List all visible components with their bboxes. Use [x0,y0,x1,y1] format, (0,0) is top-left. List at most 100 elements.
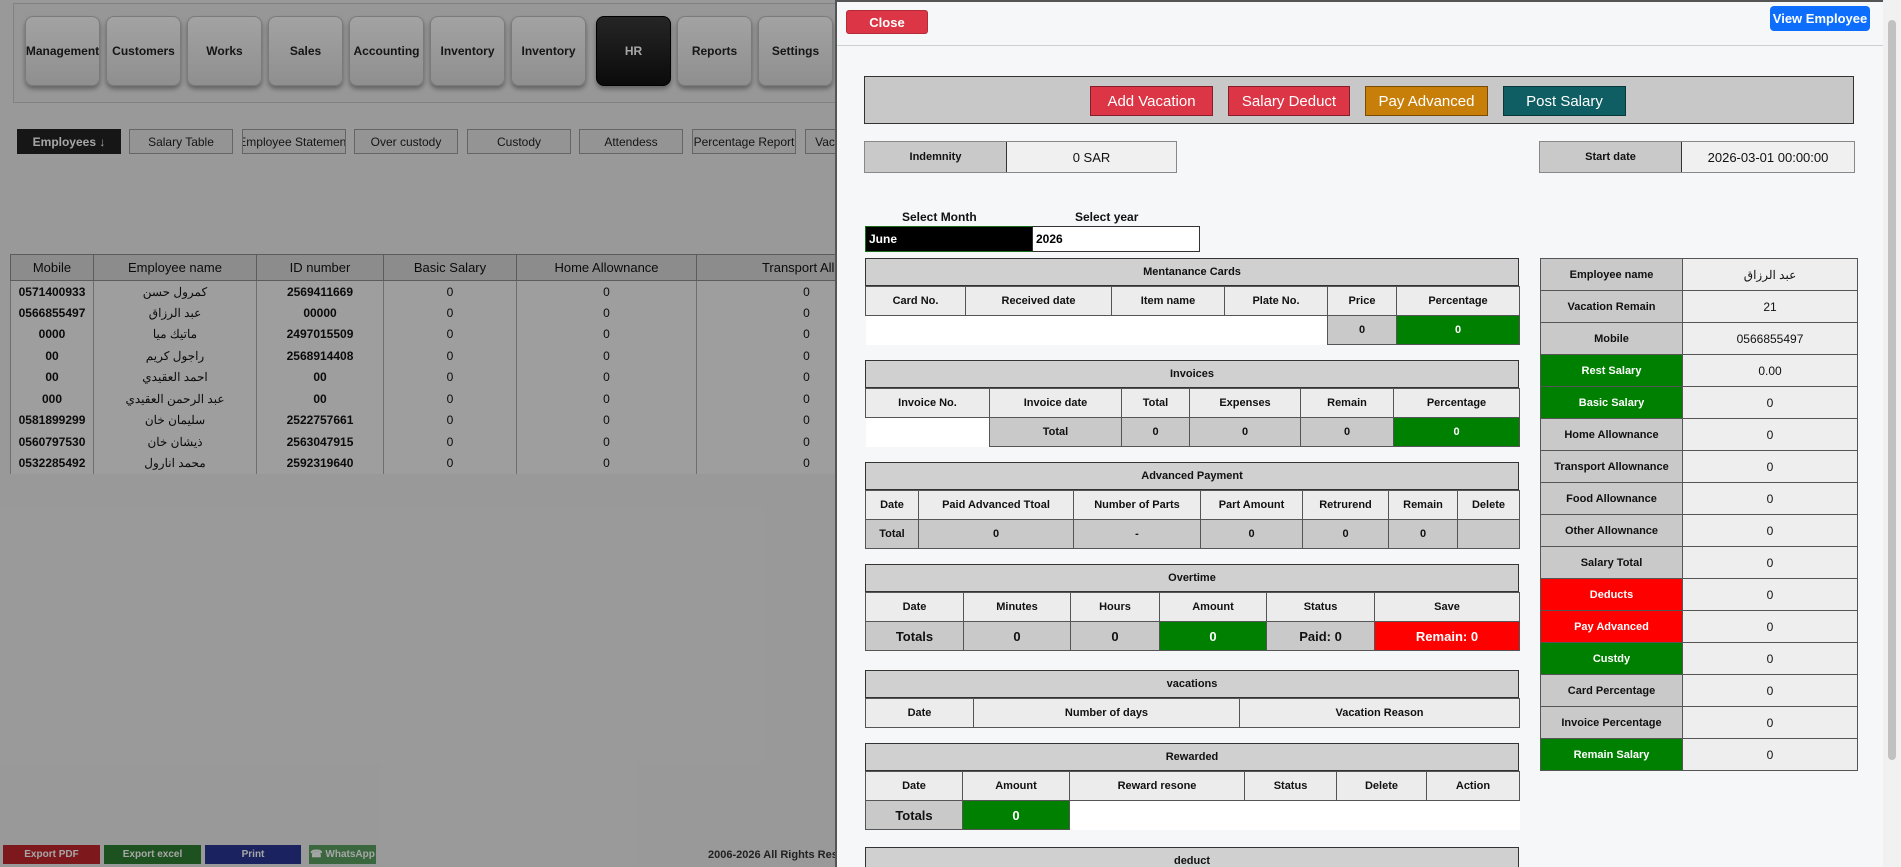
summary-row: Transport Allownance 0 [1540,450,1858,483]
summary-value: عبد الرزاق [1682,258,1858,291]
summary-row: Pay Advanced 0 [1540,610,1858,643]
vacations-section: vacations Date Number of days Vacation R… [865,670,1520,728]
summary-value: 0 [1682,418,1858,451]
advanced-parts: - [1073,519,1201,549]
maintenance-price-total: 0 [1327,315,1397,345]
overtime-minutes: 0 [963,621,1071,651]
summary-value: 0566855497 [1682,322,1858,355]
employee-salary-modal: Close View Employee Add Vacation Salary … [835,0,1883,867]
overtime-remain: Remain: 0 [1374,621,1520,651]
summary-row: Remain Salary 0 [1540,738,1858,771]
summary-value: 0 [1682,738,1858,771]
advanced-payment-title: Advanced Payment [865,462,1519,490]
salary-deduct-button[interactable]: Salary Deduct [1228,86,1350,116]
col-vacation-reason: Vacation Reason [1239,698,1520,728]
col-received-date: Received date [965,286,1112,316]
summary-row: Vacation Remain 21 [1540,290,1858,323]
summary-row: Other Allownance 0 [1540,514,1858,547]
overtime-hours: 0 [1070,621,1160,651]
scrollbar-thumb[interactable] [1888,20,1896,760]
summary-row: Basic Salary 0 [1540,386,1858,419]
maintenance-percentage-total: 0 [1396,315,1520,345]
page-scrollbar[interactable] [1883,0,1901,867]
advanced-remain: 0 [1388,519,1458,549]
deduct-title: deduct [865,847,1519,867]
summary-label: Home Allownance [1540,418,1683,451]
col-item-name: Item name [1111,286,1225,316]
col-number-of-parts: Number of Parts [1073,490,1201,520]
col-invoice-date: Invoice date [989,388,1122,418]
summary-value: 0 [1682,706,1858,739]
select-month-label: Select Month [902,210,977,224]
summary-value: 21 [1682,290,1858,323]
col-delete: Delete [1457,490,1520,520]
summary-value: 0 [1682,578,1858,611]
modal-backdrop[interactable] [0,0,835,867]
summary-label: Vacation Remain [1540,290,1683,323]
summary-label: Rest Salary [1540,354,1683,387]
action-bar: Add Vacation Salary Deduct Pay Advanced … [864,76,1854,124]
summary-row: Employee name عبد الرزاق [1540,258,1858,291]
select-year-label: Select year [1075,210,1139,224]
overtime-totals-label: Totals [865,621,964,651]
month-select[interactable]: June [865,226,1033,252]
pay-advanced-button[interactable]: Pay Advanced [1365,86,1488,116]
summary-label: Card Percentage [1540,674,1683,707]
col-hours: Hours [1070,592,1160,622]
summary-label: Invoice Percentage [1540,706,1683,739]
advanced-returned: 0 [1302,519,1389,549]
col-reward-reason: Reward resone [1069,771,1245,801]
summary-row: Home Allownance 0 [1540,418,1858,451]
col-expenses: Expenses [1189,388,1301,418]
summary-row: Salary Total 0 [1540,546,1858,579]
summary-label: Custdy [1540,642,1683,675]
summary-value: 0 [1682,386,1858,419]
col-status: Status [1266,592,1375,622]
col-number-of-days: Number of days [973,698,1240,728]
maintenance-cards-section: Mentanance Cards Card No. Received date … [865,258,1520,345]
col-percentage: Percentage [1393,388,1520,418]
summary-value: 0 [1682,610,1858,643]
rewarded-title: Rewarded [865,743,1519,771]
col-remain: Remain [1388,490,1458,520]
col-plate-no: Plate No. [1224,286,1328,316]
invoices-total: 0 [1121,417,1190,447]
col-card-no: Card No. [865,286,966,316]
post-salary-button[interactable]: Post Salary [1503,86,1626,116]
summary-value: 0.00 [1682,354,1858,387]
summary-label: Transport Allownance [1540,450,1683,483]
col-date: Date [865,490,919,520]
summary-value: 0 [1682,514,1858,547]
deduct-section: deduct [865,847,1519,867]
add-vacation-button[interactable]: Add Vacation [1090,86,1213,116]
summary-row: Food Allownance 0 [1540,482,1858,515]
vacations-title: vacations [865,670,1519,698]
invoices-total-label: Total [989,417,1122,447]
view-employee-button[interactable]: View Employee [1770,6,1870,31]
summary-label: Food Allownance [1540,482,1683,515]
summary-row: Rest Salary 0.00 [1540,354,1858,387]
invoices-remain: 0 [1300,417,1394,447]
summary-label: Basic Salary [1540,386,1683,419]
col-save: Save [1374,592,1520,622]
summary-label: Pay Advanced [1540,610,1683,643]
advanced-part-amount: 0 [1200,519,1303,549]
invoices-table: Invoice No. Invoice date Total Expenses … [865,388,1520,447]
close-button[interactable]: Close [846,10,928,34]
year-input[interactable]: 2026 [1032,226,1200,252]
maintenance-cards-table: Card No. Received date Item name Plate N… [865,286,1520,345]
rewarded-table: Date Amount Reward resone Status Delete … [865,771,1520,830]
col-date: Date [865,698,974,728]
start-date-label: Start date [1540,142,1682,172]
rewarded-empty-cell [1069,800,1520,830]
col-total: Total [1121,388,1190,418]
col-percentage: Percentage [1396,286,1520,316]
advanced-payment-section: Advanced Payment Date Paid Advanced Ttoa… [865,462,1520,549]
summary-label: Mobile [1540,322,1683,355]
start-date-field: Start date 2026-03-01 00:00:00 [1539,141,1855,173]
summary-row: Card Percentage 0 [1540,674,1858,707]
col-status: Status [1244,771,1337,801]
col-delete: Delete [1336,771,1427,801]
summary-label: Deducts [1540,578,1683,611]
summary-label: Salary Total [1540,546,1683,579]
